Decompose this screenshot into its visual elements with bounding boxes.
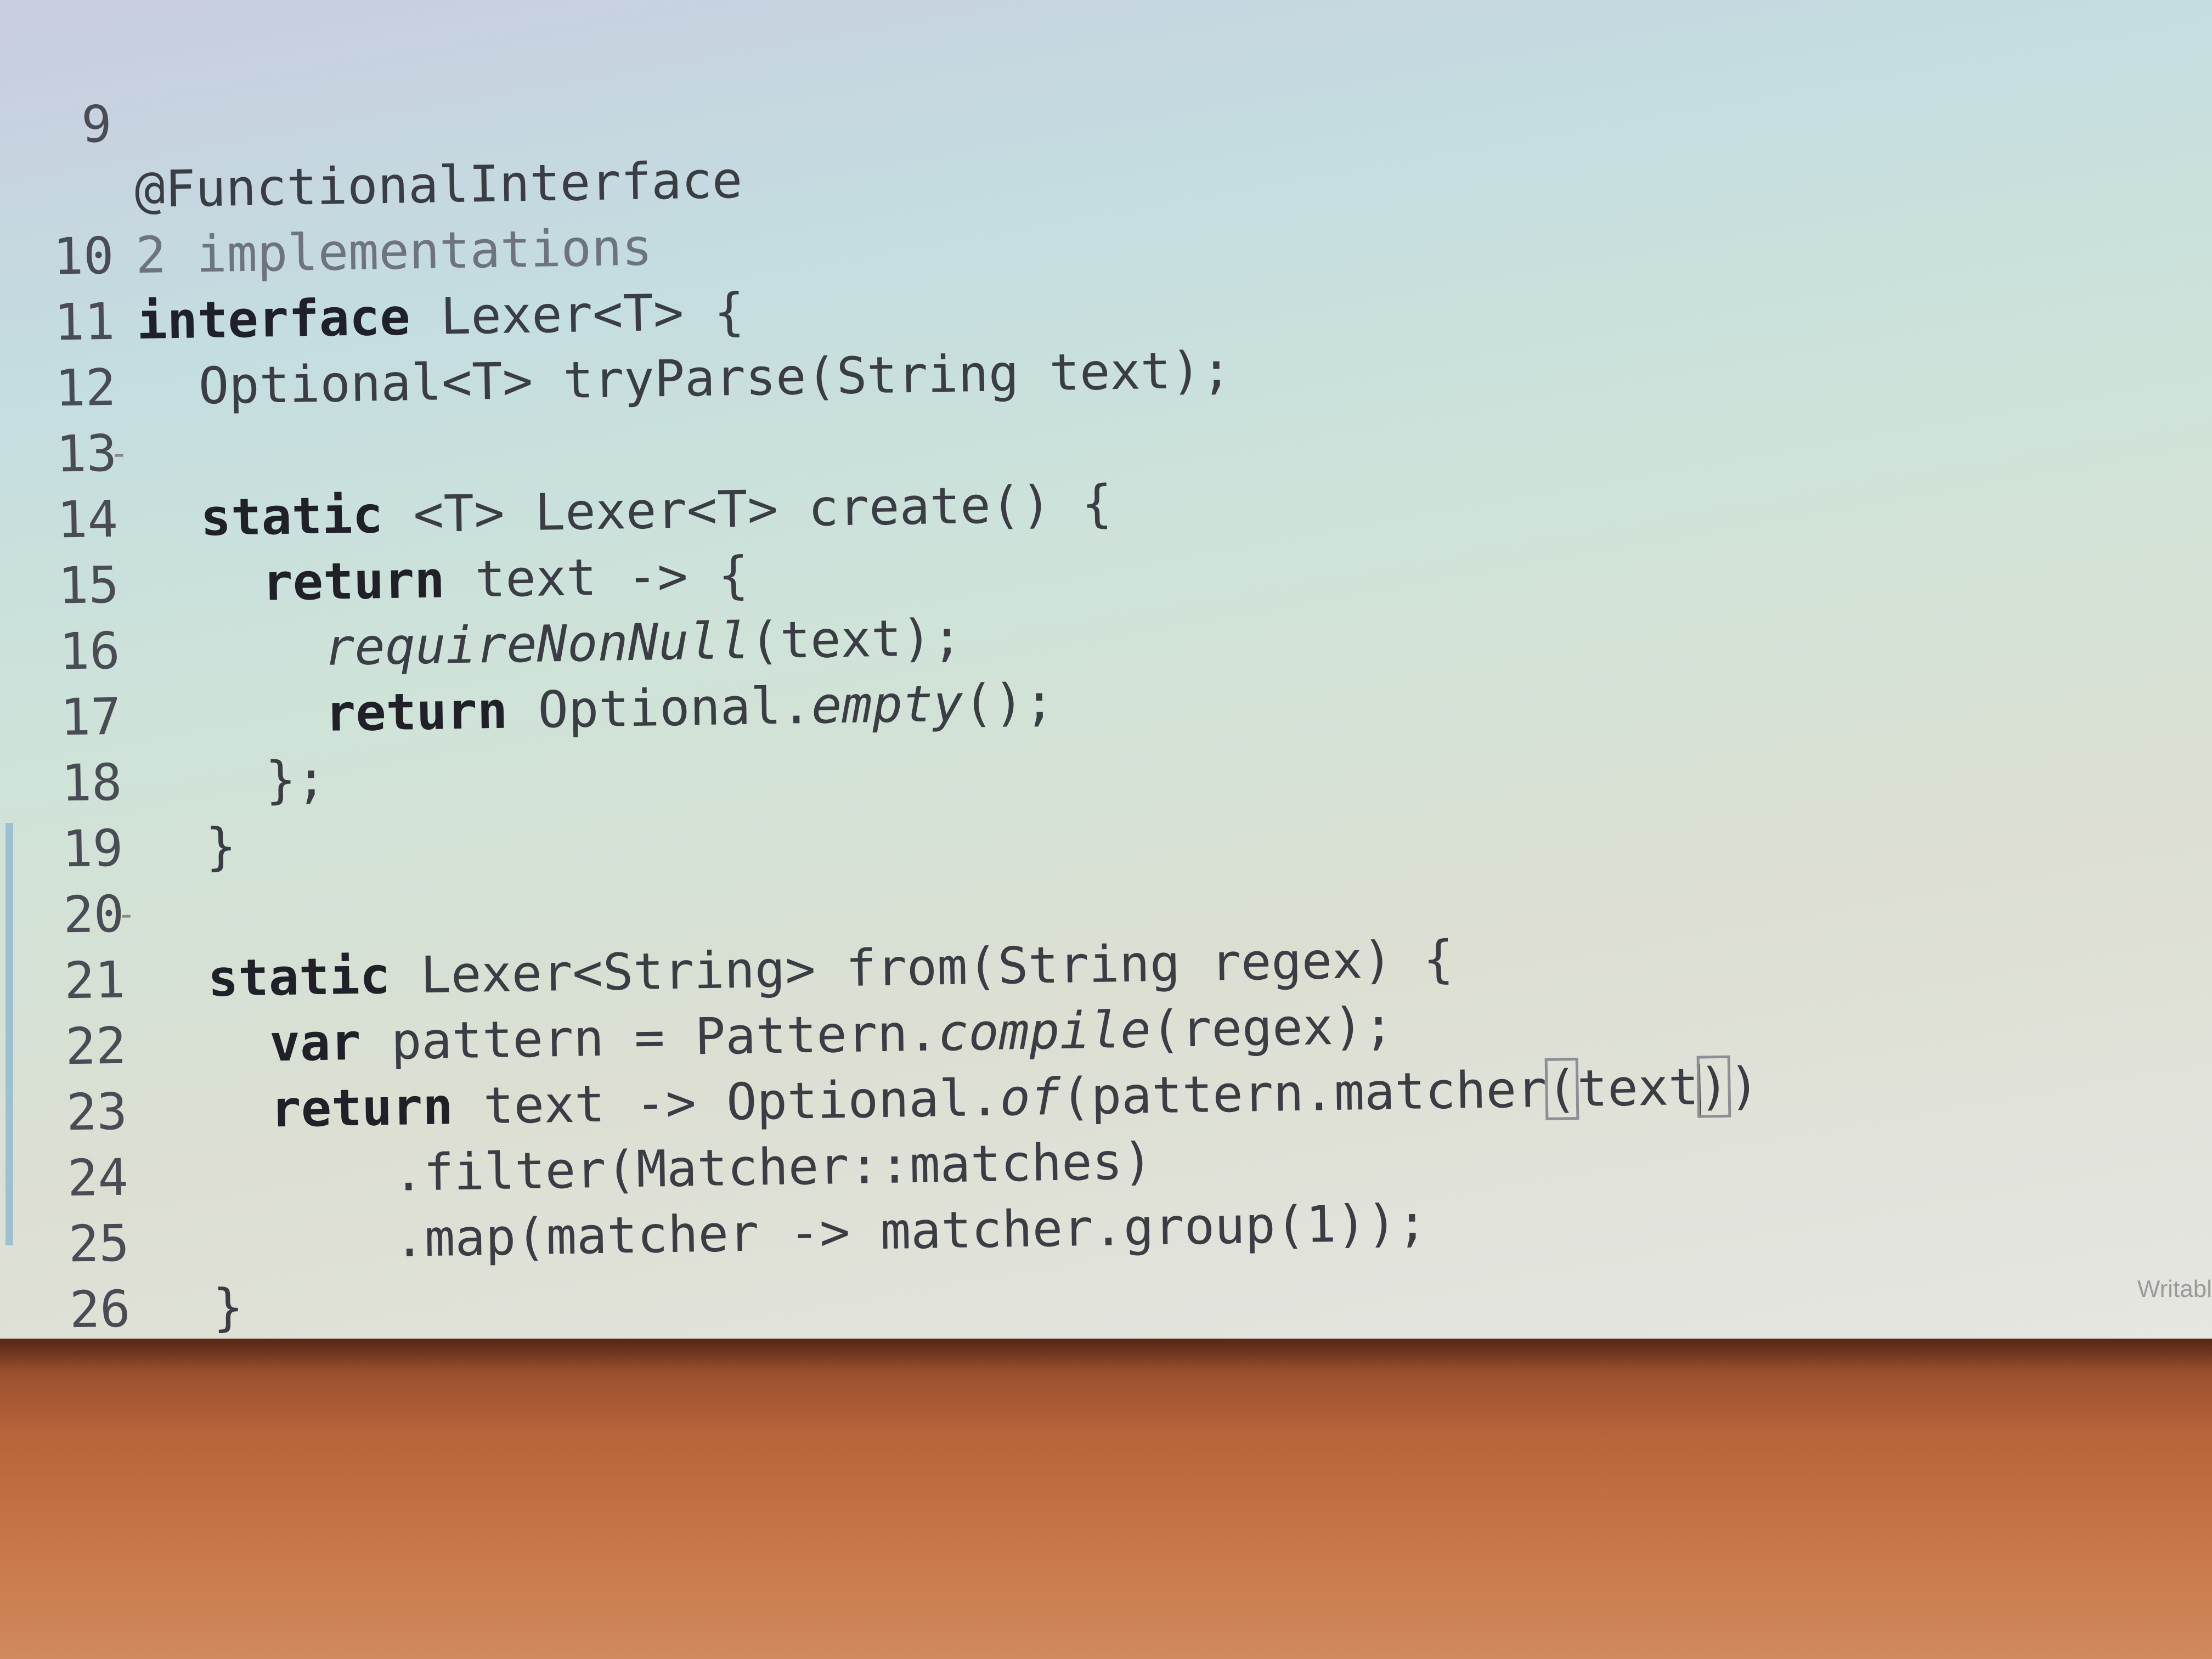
code-text: requireNonNull(text); [324, 608, 963, 677]
code-line-26[interactable]: 26 } [19, 1210, 202, 1339]
code-text: static <T> Lexer<T> create() { [200, 474, 1113, 548]
code-text: return Optional.empty(); [325, 672, 1055, 743]
code-line-25[interactable]: 25 } [18, 1144, 244, 1338]
code-line-10[interactable]: 10 interface Lexer<T> { [3, 156, 745, 351]
code-line-21[interactable]: 21 var pattern = Pattern.compile(regex); [14, 881, 1394, 1073]
code-line-16[interactable]: 16 return Optional.empty(); [9, 551, 1055, 743]
editor-screen: 9 @FunctionalInterface 2 implementations… [0, 0, 2212, 1339]
matched-bracket-close: ) [1696, 1055, 1731, 1118]
annotation: @FunctionalInterface [134, 150, 743, 219]
code-line-20[interactable]: 20 static Lexer<String> from(String rege… [13, 815, 1454, 1008]
code-line-17[interactable]: 17 }; [10, 617, 327, 810]
vcs-change-marker [5, 823, 13, 1245]
code-line-24[interactable]: 24 .map(matcher -> matcher.group(1)); [17, 1078, 1427, 1268]
matched-bracket-open: ( [1544, 1058, 1579, 1120]
code-line-18[interactable]: 18 } [11, 683, 236, 877]
code-line-9[interactable]: 9 @FunctionalInterface [1, 25, 743, 219]
line-number: 26 [69, 1279, 131, 1339]
code-line-11[interactable]: 11 Optional<T> tryParse(String text); [3, 222, 1232, 416]
inlay-hint-line[interactable]: 2 implementations [2, 91, 653, 285]
status-writable[interactable]: Writabl [2137, 1276, 2212, 1303]
code-line-15[interactable]: 15 requireNonNull(text); [8, 486, 963, 677]
code-line-14[interactable]: 14 return text -> { [7, 420, 749, 612]
code-line-22[interactable]: 22 return text -> Optional.of(pattern.ma… [15, 946, 1760, 1139]
code-line-12[interactable]: 12 [4, 288, 188, 418]
room-wall [0, 1339, 2212, 1659]
code-line-23[interactable]: 23 .filter(Matcher::matches) [16, 1012, 1153, 1203]
code-line-13[interactable]: 13 static <T> Lexer<T> create() { [5, 354, 1113, 548]
code-text: return text -> { [262, 545, 749, 612]
implementations-hint[interactable]: 2 implementations [135, 215, 653, 289]
code-text: interface Lexer<T> { [136, 282, 745, 351]
wall-shadow [0, 1339, 2212, 1372]
code-line-19[interactable]: 19 [12, 749, 195, 879]
